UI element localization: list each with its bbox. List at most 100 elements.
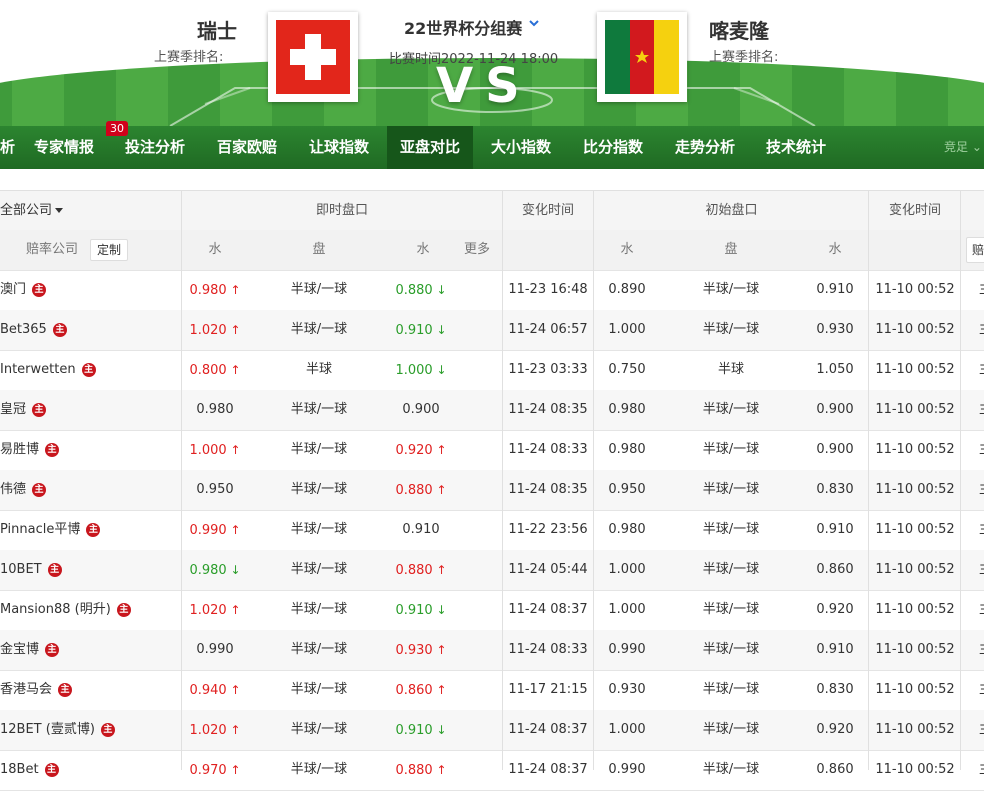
home-rank-label: 上赛季排名: <box>154 50 224 65</box>
arrow-down-icon: ↓ <box>432 603 447 617</box>
arrow-up-icon: ↑ <box>226 283 241 297</box>
arrow-down-icon: ↓ <box>432 283 447 297</box>
live-home-water: 1.000 ↑ <box>180 430 250 470</box>
table-row[interactable]: 澳门主 0.980 ↑ 半球/一球 0.880 ↓ 11-23 16:48 0.890 半球… <box>0 270 984 311</box>
initial-handicap: 半球/一球 <box>702 402 760 417</box>
row-tail: 主 <box>979 470 984 510</box>
tab-tech-stats[interactable]: 技术统计 <box>752 126 840 169</box>
initial-home-water: 0.980 <box>608 402 646 417</box>
company-name-cell[interactable]: 香港马会主 <box>0 670 73 710</box>
table-row[interactable]: 伟德主 0.950 半球/一球 0.880 ↑ 11-24 08:35 0.950 半球/一… <box>0 470 984 511</box>
company-name-cell[interactable]: 皇冠主 <box>0 390 47 430</box>
live-away-water: 0.910 ↓ <box>386 310 456 350</box>
company-name-cell[interactable]: 10BET 主 <box>0 550 62 590</box>
live-home-water: 0.980 <box>180 390 250 430</box>
initial-away-water: 0.930 <box>816 322 854 337</box>
table-row[interactable]: Mansion88 (明升) 主 1.020 ↑ 半球/一球 0.910 ↓ 11-24 … <box>0 590 984 631</box>
company-name: 12BET (壹贰博) <box>0 722 95 737</box>
live-handicap: 半球/一球 <box>290 682 348 697</box>
live-home-water: 0.990 <box>180 630 250 670</box>
initial-away-water: 0.920 <box>816 602 854 617</box>
all-companies-filter[interactable]: 全部公司 <box>0 191 64 231</box>
live-away-water: 0.930 ↑ <box>386 630 456 670</box>
initial-change-time: 11-10 00:52 <box>875 522 955 537</box>
water-value: 0.900 <box>402 402 440 417</box>
swiss-cross-icon <box>290 34 336 80</box>
tab-euro-odds[interactable]: 百家欧赔 <box>203 126 291 169</box>
initial-home-water: 0.750 <box>608 362 646 377</box>
away-team-flag[interactable] <box>597 12 687 102</box>
live-change-time: 11-24 08:33 <box>508 642 588 657</box>
table-row[interactable]: 10BET 主 0.980 ↓ 半球/一球 0.880 ↑ 11-24 05:44 1.00… <box>0 550 984 591</box>
live-away-water: 0.880 ↑ <box>386 750 456 790</box>
initial-handicap: 半球/一球 <box>702 282 760 297</box>
company-name-cell[interactable]: 澳门主 <box>0 270 47 310</box>
live-handicap: 半球/一球 <box>290 562 348 577</box>
league-selector[interactable]: 22世界杯分组赛 <box>404 15 522 39</box>
tab-betting-analysis[interactable]: 投注分析 <box>111 126 199 169</box>
live-home-water: 0.980 ↓ <box>180 550 250 590</box>
caret-down-icon <box>55 208 64 213</box>
table-row[interactable]: 香港马会主 0.940 ↑ 半球/一球 0.860 ↑ 11-17 21:15 0.930… <box>0 670 984 711</box>
initial-home-water: 0.950 <box>608 482 646 497</box>
table-row[interactable]: 易胜博主 1.000 ↑ 半球/一球 0.920 ↑ 11-24 08:33 0.980 半… <box>0 430 984 471</box>
initial-change-time: 11-10 00:52 <box>875 322 955 337</box>
company-name-cell[interactable]: 金宝博主 <box>0 630 60 670</box>
live-change-time: 11-24 08:37 <box>508 722 588 737</box>
row-tail: 主 <box>979 430 984 470</box>
live-home-water: 1.020 ↑ <box>180 590 250 630</box>
company-name-cell[interactable]: Pinnacle平博主 <box>0 510 101 550</box>
tab-analysis[interactable]: 析 <box>0 126 19 169</box>
initial-change-time: 11-10 00:52 <box>875 362 955 377</box>
tab-trend-analysis[interactable]: 走势分析 <box>661 126 749 169</box>
initial-handicap: 半球/一球 <box>702 762 760 777</box>
company-name-cell[interactable]: 易胜博主 <box>0 430 60 470</box>
initial-away-water: 1.050 <box>816 362 854 377</box>
arrow-up-icon: ↑ <box>432 643 447 657</box>
tab-handicap-index[interactable]: 让球指数 <box>295 126 383 169</box>
table-header-row: 全部公司 即时盘口 变化时间 初始盘口 变化时间 <box>0 190 984 232</box>
live-change-time: 11-23 16:48 <box>508 282 588 297</box>
company-name-cell[interactable]: 伟德主 <box>0 470 47 510</box>
company-name-cell[interactable]: 12BET (壹贰博) 主 <box>0 710 115 750</box>
live-change-time: 11-24 05:44 <box>508 562 588 577</box>
right-action-button[interactable]: 赔 <box>966 237 984 263</box>
table-row[interactable]: Interwetten 主 0.800 ↑ 半球 1.000 ↓ 11-23 03:33 0… <box>0 350 984 391</box>
company-name-cell[interactable]: Interwetten 主 <box>0 350 96 390</box>
row-tail: 主 <box>979 750 984 790</box>
tab-expert-info[interactable]: 专家情报 30 <box>20 121 128 169</box>
tab-over-under[interactable]: 大小指数 <box>477 126 565 169</box>
live-away-water: 0.910 ↓ <box>386 710 456 750</box>
arrow-up-icon: ↑ <box>432 443 447 457</box>
home-marker-icon: 主 <box>81 362 96 377</box>
table-row[interactable]: 12BET (壹贰博) 主 1.020 ↑ 半球/一球 0.910 ↓ 11-24 08:… <box>0 710 984 751</box>
lottery-dropdown[interactable]: 竞足 ⌄ <box>944 126 982 169</box>
home-team-name: 瑞士 <box>197 19 237 43</box>
company-name: 金宝博 <box>0 642 40 657</box>
initial-home-water: 1.000 <box>608 322 646 337</box>
tab-score-index[interactable]: 比分指数 <box>569 126 657 169</box>
company-name: 皇冠 <box>0 402 27 417</box>
company-name-cell[interactable]: Mansion88 (明升) 主 <box>0 590 131 630</box>
table-row[interactable]: 18Bet 主 0.970 ↑ 半球/一球 0.880 ↑ 11-24 08:37 0.99… <box>0 750 984 791</box>
table-row[interactable]: 皇冠主 0.980 半球/一球 0.900 11-24 08:35 0.980 半球/一球 0… <box>0 390 984 431</box>
table-row[interactable]: Bet365 主 1.020 ↑ 半球/一球 0.910 ↓ 11-24 06:57 1.0… <box>0 310 984 351</box>
table-row[interactable]: 金宝博主 0.990 半球/一球 0.930 ↑ 11-24 08:33 0.990 半球/… <box>0 630 984 671</box>
live-change-time: 11-23 03:33 <box>508 362 588 377</box>
arrow-up-icon: ↑ <box>226 523 241 537</box>
more-link[interactable]: 更多 <box>464 230 490 270</box>
initial-handicap: 半球/一球 <box>702 722 760 737</box>
table-row[interactable]: Pinnacle平博主 0.990 ↑ 半球/一球 0.910 11-22 23:56 0… <box>0 510 984 551</box>
away-rank-label: 上赛季排名: <box>709 50 779 65</box>
initial-handicap: 半球/一球 <box>702 562 760 577</box>
chevron-down-icon[interactable] <box>528 17 540 29</box>
company-name-cell[interactable]: 18Bet 主 <box>0 750 59 790</box>
custom-button[interactable]: 定制 <box>90 239 129 261</box>
company-name-cell[interactable]: Bet365 主 <box>0 310 67 350</box>
water-value: 0.800 <box>189 363 227 378</box>
home-team-flag[interactable] <box>268 12 358 102</box>
tab-asian-handicap[interactable]: 亚盘对比 <box>387 126 474 169</box>
initial-handicap-header: 盘 <box>724 242 738 257</box>
home-marker-icon: 主 <box>32 282 47 297</box>
arrow-up-icon: ↑ <box>226 683 241 697</box>
